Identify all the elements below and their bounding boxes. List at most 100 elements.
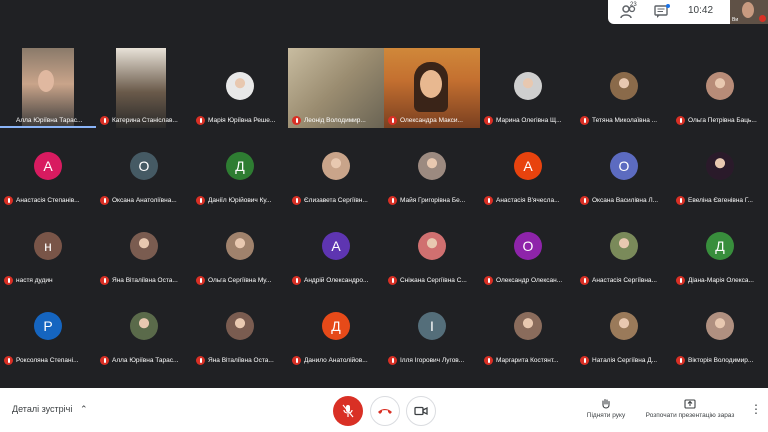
meeting-details-button[interactable]: Деталі зустрічі <box>12 404 72 414</box>
participant-tile[interactable]: A Анастасія В'ячесла... <box>480 128 576 208</box>
avatar-letter: Д <box>226 152 254 180</box>
participant-tile[interactable]: Сніжана Сергіївна С... <box>384 208 480 288</box>
avatar-photo <box>706 152 734 180</box>
participant-name: Вікторія Володимир... <box>688 357 754 364</box>
participant-tile[interactable]: Вікторія Володимир... <box>672 288 768 368</box>
mic-off-icon <box>676 356 685 365</box>
mic-off-icon <box>100 356 109 365</box>
chat-notification-dot <box>666 4 670 8</box>
participant-tile[interactable]: Марія Юріївна Реше... <box>192 48 288 128</box>
participant-name: Леонід Володимир... <box>304 117 366 124</box>
participant-face <box>38 70 54 92</box>
avatar-photo <box>130 312 158 340</box>
mic-off-icon <box>292 276 301 285</box>
participant-tile[interactable]: Катерина Станіслав... <box>96 48 192 128</box>
mic-toggle-button[interactable] <box>333 396 363 426</box>
participant-tile[interactable]: н настя дудин <box>0 208 96 288</box>
raise-hand-label: Підняти руку <box>586 412 626 419</box>
avatar-photo <box>514 72 542 100</box>
participant-name: Даніїл Юрійович Ку... <box>208 197 272 204</box>
participant-tile[interactable]: A Андрій Олександро... <box>288 208 384 288</box>
mic-off-icon <box>580 116 589 125</box>
self-label: Ви <box>732 17 739 23</box>
avatar-letter: A <box>322 232 350 260</box>
participant-name: Яна Віталіївна Оста... <box>112 277 178 284</box>
participant-tile[interactable]: Яна Віталіївна Оста... <box>96 208 192 288</box>
avatar-photo <box>226 312 254 340</box>
chevron-up-icon[interactable]: ⌃ <box>80 404 88 415</box>
participant-tile[interactable]: Леонід Володимир... <box>288 48 384 128</box>
mic-off-icon <box>292 356 301 365</box>
avatar-letter: O <box>130 152 158 180</box>
participant-tile[interactable]: Д Даніїл Юрійович Ку... <box>192 128 288 208</box>
mic-off-icon <box>100 116 109 125</box>
participant-tile[interactable]: Алла Юріївна Тарас... <box>0 48 96 128</box>
participant-video <box>288 48 384 128</box>
participant-tile[interactable]: O Олександр Олексан... <box>480 208 576 288</box>
avatar-letter: A <box>34 152 62 180</box>
participant-name: Катерина Станіслав... <box>112 117 178 124</box>
camera-toggle-button[interactable] <box>406 396 436 426</box>
avatar-photo <box>226 72 254 100</box>
participant-name: Маргарита Костянт... <box>496 357 559 364</box>
participant-tile[interactable]: O Оксана Василівна Л... <box>576 128 672 208</box>
mic-off-icon <box>388 356 397 365</box>
participant-name: Марія Юріївна Реше... <box>208 117 276 124</box>
raise-hand-button[interactable]: Підняти руку <box>582 398 630 419</box>
mic-off-icon <box>196 196 205 205</box>
mic-off-icon <box>292 116 301 125</box>
avatar-letter: P <box>34 312 62 340</box>
participant-name: Ольга Петрівна Баць... <box>688 117 757 124</box>
participant-tile[interactable]: Д Діана-Марія Олекса... <box>672 208 768 288</box>
clock-time: 10:42 <box>688 5 714 16</box>
participant-tile[interactable]: Наталія Сергіївна Д... <box>576 288 672 368</box>
participant-tile[interactable]: Алла Юріївна Тарас... <box>96 288 192 368</box>
participant-name: Олександр Олексан... <box>496 277 563 284</box>
bottom-bar: Деталі зустрічі ⌃ Підняти руку Розпочати <box>0 388 768 432</box>
participant-tile[interactable]: Ольга Сергіївна Му... <box>192 208 288 288</box>
mic-off-icon <box>484 356 493 365</box>
participant-tile[interactable]: Майя Григорівна Бе... <box>384 128 480 208</box>
participant-name: Евеліна Євгенівна Г... <box>688 197 753 204</box>
participant-tile[interactable]: Яна Віталіївна Оста... <box>192 288 288 368</box>
participant-tile[interactable]: Маргарита Костянт... <box>480 288 576 368</box>
participant-name: Алла Юріївна Тарас... <box>112 357 179 364</box>
avatar-letter: І <box>418 312 446 340</box>
hang-up-icon <box>378 409 392 414</box>
self-view-thumbnail[interactable]: Ви <box>730 0 768 24</box>
participant-tile[interactable]: Д Данило Анатолійов... <box>288 288 384 368</box>
avatar-letter: O <box>610 152 638 180</box>
participant-tile[interactable]: Тетяна Миколаївна ... <box>576 48 672 128</box>
participant-tile[interactable]: Марина Олегівна Щ... <box>480 48 576 128</box>
participant-tile[interactable]: Єлизавета Сергіївн... <box>288 128 384 208</box>
hand-icon <box>602 398 610 409</box>
avatar-photo <box>418 232 446 260</box>
participant-name: настя дудин <box>16 277 53 284</box>
mic-off-icon <box>4 356 13 365</box>
participant-name: Ілля Ігорович Лугов... <box>400 357 465 364</box>
participant-tile[interactable]: Евеліна Євгенівна Г... <box>672 128 768 208</box>
mic-off-icon <box>676 116 685 125</box>
present-label: Розпочати презентацію зараз <box>645 412 735 419</box>
mic-off-icon <box>484 196 493 205</box>
avatar-letter: A <box>514 152 542 180</box>
participant-tile[interactable]: І Ілля Ігорович Лугов... <box>384 288 480 368</box>
participant-tile[interactable]: P Роксоляна Степані... <box>0 288 96 368</box>
mic-off-icon <box>100 196 109 205</box>
participant-tile[interactable]: Ольга Петрівна Баць... <box>672 48 768 128</box>
participant-name: Андрій Олександро... <box>304 277 369 284</box>
present-now-button[interactable]: Розпочати презентацію зараз <box>640 398 740 419</box>
participant-name: Майя Григорівна Бе... <box>400 197 466 204</box>
participant-tile[interactable]: Олександра Макси... <box>384 48 480 128</box>
avatar-photo <box>130 232 158 260</box>
participant-tile[interactable]: A Анастасія Степанів... <box>0 128 96 208</box>
avatar-letter: н <box>34 232 62 260</box>
participant-tile[interactable]: Анастасія Сергіївна... <box>576 208 672 288</box>
more-options-icon[interactable]: ⋮ <box>750 402 762 416</box>
participant-tile[interactable]: O Оксана Анатоліївна... <box>96 128 192 208</box>
participant-name: Наталія Сергіївна Д... <box>592 357 658 364</box>
mic-off-icon <box>196 116 205 125</box>
participant-name: Яна Віталіївна Оста... <box>208 357 274 364</box>
self-face <box>742 2 754 18</box>
leave-call-button[interactable] <box>370 396 400 426</box>
